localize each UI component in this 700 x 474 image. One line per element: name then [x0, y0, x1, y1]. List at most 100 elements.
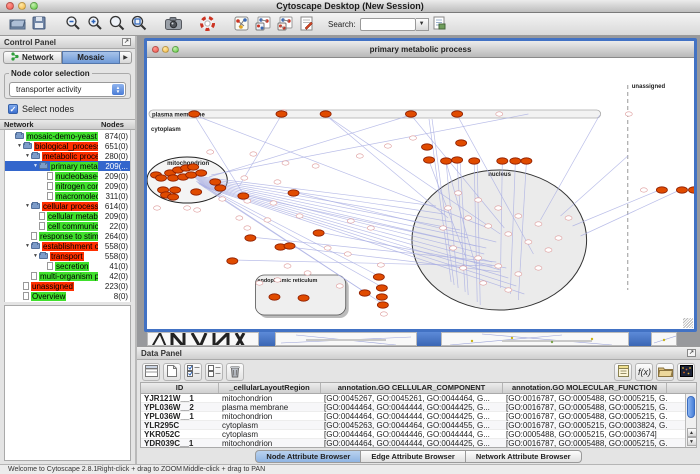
tree-row[interactable]: cell communicat22(0) — [5, 221, 130, 231]
minimize-button[interactable] — [18, 2, 26, 10]
node[interactable] — [219, 197, 226, 201]
node[interactable] — [460, 266, 467, 270]
node[interactable] — [270, 201, 277, 205]
zoom-fit-button[interactable] — [128, 14, 150, 34]
node[interactable] — [515, 214, 522, 218]
save-session-button[interactable] — [28, 14, 50, 34]
expander-icon[interactable]: ▼ — [24, 203, 31, 209]
node[interactable] — [256, 281, 263, 285]
help-button[interactable] — [196, 14, 218, 34]
selected-node[interactable] — [688, 187, 694, 193]
background-window-fragment[interactable] — [651, 332, 677, 346]
matrix-view-button[interactable] — [677, 363, 695, 381]
tab-mosaic[interactable]: Mosaic — [62, 51, 121, 64]
selected-node[interactable] — [521, 158, 532, 164]
birdseye-view[interactable] — [4, 305, 131, 461]
node[interactable] — [535, 222, 542, 226]
attribute-notes-button[interactable] — [614, 363, 632, 381]
node[interactable] — [274, 278, 281, 282]
node[interactable] — [445, 206, 452, 210]
selected-node[interactable] — [168, 175, 179, 181]
selected-node[interactable] — [373, 274, 384, 280]
scroll-up-button[interactable]: ▲ — [687, 428, 697, 437]
selected-node[interactable] — [298, 295, 309, 301]
selected-node[interactable] — [238, 193, 249, 199]
search-dropdown-button[interactable]: ▼ — [416, 18, 429, 31]
node[interactable] — [455, 191, 462, 195]
selected-node[interactable] — [196, 170, 207, 176]
node[interactable] — [505, 288, 512, 292]
node[interactable] — [450, 246, 457, 250]
tree-row[interactable]: macromolecule311(0) — [5, 191, 130, 201]
scrollbar-thumb[interactable] — [687, 396, 695, 418]
node[interactable] — [525, 240, 532, 244]
node[interactable] — [496, 112, 503, 116]
open-session-button[interactable] — [6, 14, 28, 34]
window-titlebar[interactable]: Cytoscape Desktop (New Session) — [0, 0, 700, 13]
float-panel-icon[interactable]: ↗ — [122, 38, 131, 46]
tab-network-attribute-browser[interactable]: Network Attribute Browser — [466, 450, 582, 463]
unselect-attributes-button[interactable] — [205, 363, 223, 381]
node[interactable] — [535, 266, 542, 270]
selected-node[interactable] — [377, 302, 388, 308]
new-network-button[interactable] — [230, 14, 252, 34]
selected-node[interactable] — [189, 111, 200, 117]
network-window-titlebar[interactable]: primary metabolic process — [147, 41, 694, 58]
background-window-fragment[interactable] — [629, 332, 651, 346]
background-window-fragment[interactable] — [259, 332, 275, 346]
selected-node[interactable] — [469, 158, 480, 164]
close-button[interactable] — [6, 2, 14, 10]
node[interactable] — [367, 226, 374, 230]
selected-node[interactable] — [227, 258, 238, 264]
background-window-fragment[interactable] — [147, 332, 259, 346]
node[interactable] — [207, 150, 214, 154]
node[interactable] — [495, 264, 502, 268]
selected-node[interactable] — [422, 144, 433, 150]
column-header[interactable]: _cellularLayoutRegion — [219, 383, 321, 393]
selected-node[interactable] — [284, 243, 295, 249]
node[interactable] — [640, 188, 647, 192]
node[interactable] — [236, 216, 243, 220]
selected-node[interactable] — [376, 285, 387, 291]
node[interactable] — [625, 112, 632, 116]
import-attributes-button[interactable] — [656, 363, 674, 381]
table-scrollbar[interactable]: ▲ ▼ — [685, 394, 696, 447]
tree-row[interactable]: ▼biological_process651(0) — [5, 141, 130, 151]
node[interactable] — [409, 136, 416, 140]
tree-row[interactable]: cellular metabol209(0) — [5, 211, 130, 221]
expander-icon[interactable]: ▼ — [16, 143, 23, 149]
selected-node[interactable] — [168, 194, 179, 200]
network-minimize-button[interactable] — [162, 46, 169, 53]
node[interactable] — [380, 312, 387, 316]
node[interactable] — [480, 281, 487, 285]
network-from-selection-edges-button[interactable] — [274, 14, 296, 34]
network-canvas[interactable]: plasma membrane cytoplasm mitochondrion … — [147, 58, 694, 329]
selected-node[interactable] — [359, 290, 370, 296]
node[interactable] — [336, 284, 343, 288]
zoom-selected-button[interactable] — [106, 14, 128, 34]
node[interactable] — [384, 144, 391, 148]
selected-node[interactable] — [452, 111, 463, 117]
selected-node[interactable] — [376, 294, 387, 300]
node[interactable] — [312, 164, 319, 168]
node[interactable] — [154, 206, 161, 210]
network-close-button[interactable] — [152, 46, 159, 53]
formula-builder-button[interactable]: f(x) — [635, 363, 653, 381]
tree-row[interactable]: ▼transport558(0) — [5, 251, 130, 261]
node[interactable] — [324, 246, 331, 250]
tree-row[interactable]: ▼cellular process614(0) — [5, 201, 130, 211]
selected-node[interactable] — [313, 230, 324, 236]
selected-node[interactable] — [424, 157, 435, 163]
selected-node[interactable] — [188, 164, 199, 170]
expander-icon[interactable]: ▼ — [24, 243, 31, 249]
node[interactable] — [241, 176, 248, 180]
tabs-overflow-button[interactable]: ▶ — [120, 51, 132, 64]
zoom-in-button[interactable] — [84, 14, 106, 34]
node[interactable] — [244, 226, 251, 230]
selected-node[interactable] — [510, 158, 521, 164]
selected-node[interactable] — [245, 235, 256, 241]
node[interactable] — [344, 252, 351, 256]
selected-node[interactable] — [170, 187, 181, 193]
zoom-out-button[interactable] — [62, 14, 84, 34]
tree-row[interactable]: ▼primary metabo209(... — [5, 161, 130, 171]
